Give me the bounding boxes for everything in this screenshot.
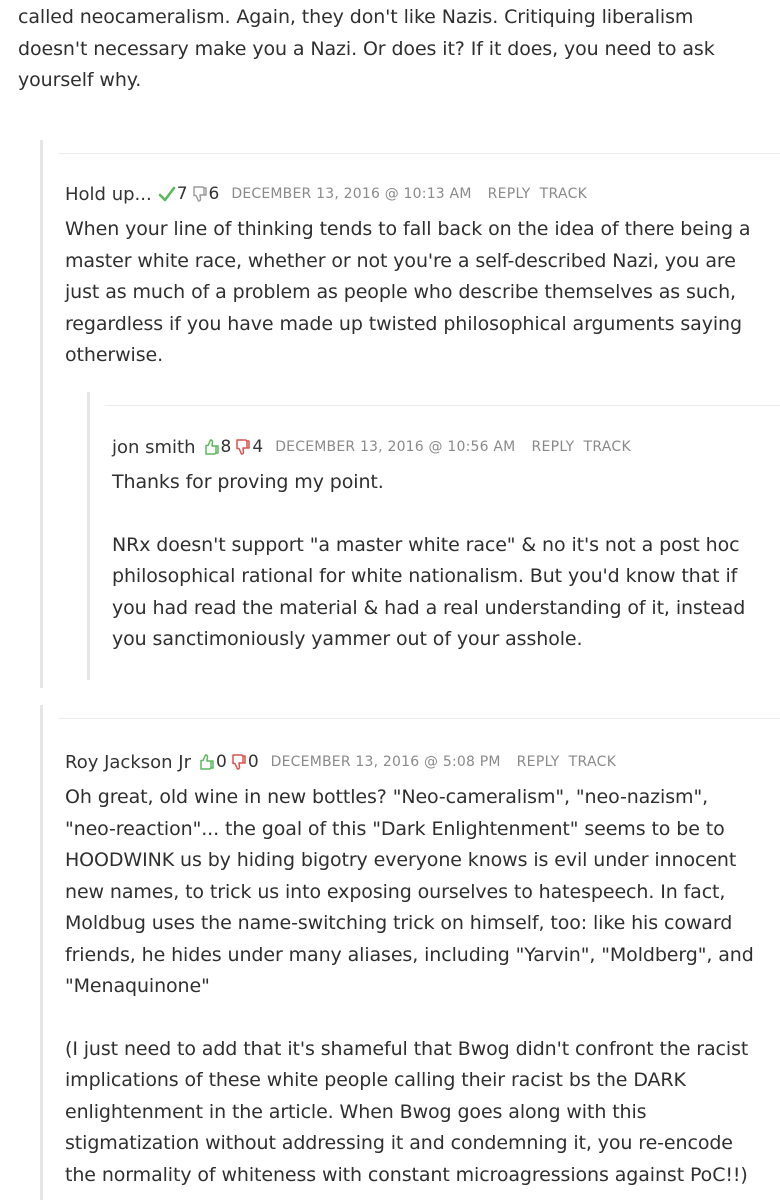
comment-line: When your line of thinking tends to fall… xyxy=(65,218,751,240)
comment-line: "Menaquinone" xyxy=(65,975,210,997)
upvote-count: 0 xyxy=(215,752,227,772)
comment-line: yourself why. xyxy=(18,69,142,91)
comment-author[interactable]: Roy Jackson Jr xyxy=(65,752,191,773)
comment-paragraph: (I just need to add that it's shameful t… xyxy=(65,1034,754,1192)
comment-body: When your line of thinking tends to fall… xyxy=(65,214,751,372)
comment-line: new names, to trick us into exposing our… xyxy=(65,880,726,903)
downvote-count: 6 xyxy=(208,184,220,204)
comment-paragraph: NRx doesn't support "a master white race… xyxy=(112,530,745,656)
thumbs-down-icon[interactable] xyxy=(229,752,247,772)
comment-line: you sanctimoniously yammer out of your a… xyxy=(112,628,583,650)
comment-date: DECEMBER 13, 2016 @ 5:08 PM xyxy=(270,754,501,770)
reply-link[interactable]: REPLY xyxy=(517,754,560,770)
comment: jon smith 8 4 DECEMBER 13, 2016 @ 10:56 … xyxy=(112,433,745,656)
comment-line: friends, he hides under many aliases, in… xyxy=(65,943,754,966)
thread-divider xyxy=(58,153,780,154)
comment-body: Thanks for proving my point. NRx doesn't… xyxy=(112,467,745,656)
track-link[interactable]: TRACK xyxy=(540,186,588,202)
parent-comment-body: called neocameralism. Again, they don't … xyxy=(18,2,715,97)
thumbs-down-icon[interactable] xyxy=(190,184,208,204)
comment-author[interactable]: jon smith xyxy=(112,437,196,458)
downvote-count: 0 xyxy=(247,752,259,772)
comment-body: Oh great, old wine in new bottles? "Neo-… xyxy=(65,782,754,1191)
downvote-count: 4 xyxy=(252,437,264,457)
comment: Hold up... 7 6 DECEMBER 13, 2016 @ 10:13… xyxy=(65,180,751,372)
thumbs-up-icon[interactable] xyxy=(197,752,215,772)
comment-meta: Roy Jackson Jr 0 0 DECEMBER 13, 2016 @ 5… xyxy=(65,748,754,776)
comment-author[interactable]: Hold up... xyxy=(65,184,152,205)
comment-line: NRx doesn't support "a master white race… xyxy=(112,533,740,556)
comment-meta: Hold up... 7 6 DECEMBER 13, 2016 @ 10:13… xyxy=(65,180,750,208)
thumbs-up-icon[interactable] xyxy=(202,437,220,457)
comment-line: regardless if you have made up twisted p… xyxy=(65,312,742,335)
comment: Roy Jackson Jr 0 0 DECEMBER 13, 2016 @ 5… xyxy=(65,748,754,1191)
comment-line: called neocameralism. Again, they don't … xyxy=(18,6,694,28)
comment-line: doesn't necessary make you a Nazi. Or do… xyxy=(18,37,715,60)
thread-guide xyxy=(87,392,90,680)
comment-line: (I just need to add that it's shameful t… xyxy=(65,1037,749,1060)
thread-guide xyxy=(40,140,43,688)
reply-link[interactable]: REPLY xyxy=(531,439,574,455)
comment-line: Moldbug uses the name-switching trick on… xyxy=(65,912,733,934)
comment-paragraph: Oh great, old wine in new bottles? "Neo-… xyxy=(65,782,754,1003)
comment-line: implications of these white people calli… xyxy=(65,1069,686,1091)
comment-line: enlightenment in the article. When Bwog … xyxy=(65,1100,647,1123)
upvote-check-icon[interactable] xyxy=(158,184,176,204)
comment-line: Oh great, old wine in new bottles? "Neo-… xyxy=(65,786,709,808)
comment-line: you had read the material & had a real u… xyxy=(112,596,746,619)
comment-line: philosophical rational for white nationa… xyxy=(112,565,738,587)
comment-line: just as much of a problem as people who … xyxy=(65,281,736,303)
comment-line: "neo-reaction"... the goal of this "Dark… xyxy=(65,817,725,840)
comment-line: the normality of whiteness with constant… xyxy=(65,1163,748,1186)
comment-line: Thanks for proving my point. xyxy=(112,471,384,493)
comment-line: master white race, whether or not you're… xyxy=(65,249,736,272)
comment-line: otherwise. xyxy=(65,344,164,366)
thread-divider xyxy=(58,718,780,719)
thread-guide xyxy=(40,705,43,1200)
comment-paragraph: Thanks for proving my point. xyxy=(112,467,745,499)
comment-date: DECEMBER 13, 2016 @ 10:13 AM xyxy=(231,186,472,202)
track-link[interactable]: TRACK xyxy=(569,754,617,770)
comment-line: HOODWINK us by hiding bigotry everyone k… xyxy=(65,849,737,871)
comment-meta: jon smith 8 4 DECEMBER 13, 2016 @ 10:56 … xyxy=(112,433,745,461)
track-link[interactable]: TRACK xyxy=(583,439,631,455)
comment-date: DECEMBER 13, 2016 @ 10:56 AM xyxy=(275,439,516,455)
thumbs-down-icon[interactable] xyxy=(233,437,251,457)
comment-line: stigmatization without addressing it and… xyxy=(65,1132,733,1154)
upvote-count: 8 xyxy=(220,437,232,457)
upvote-count: 7 xyxy=(176,184,188,204)
reply-link[interactable]: REPLY xyxy=(488,186,531,202)
thread-divider xyxy=(105,405,780,406)
comment-paragraph: When your line of thinking tends to fall… xyxy=(65,214,751,372)
